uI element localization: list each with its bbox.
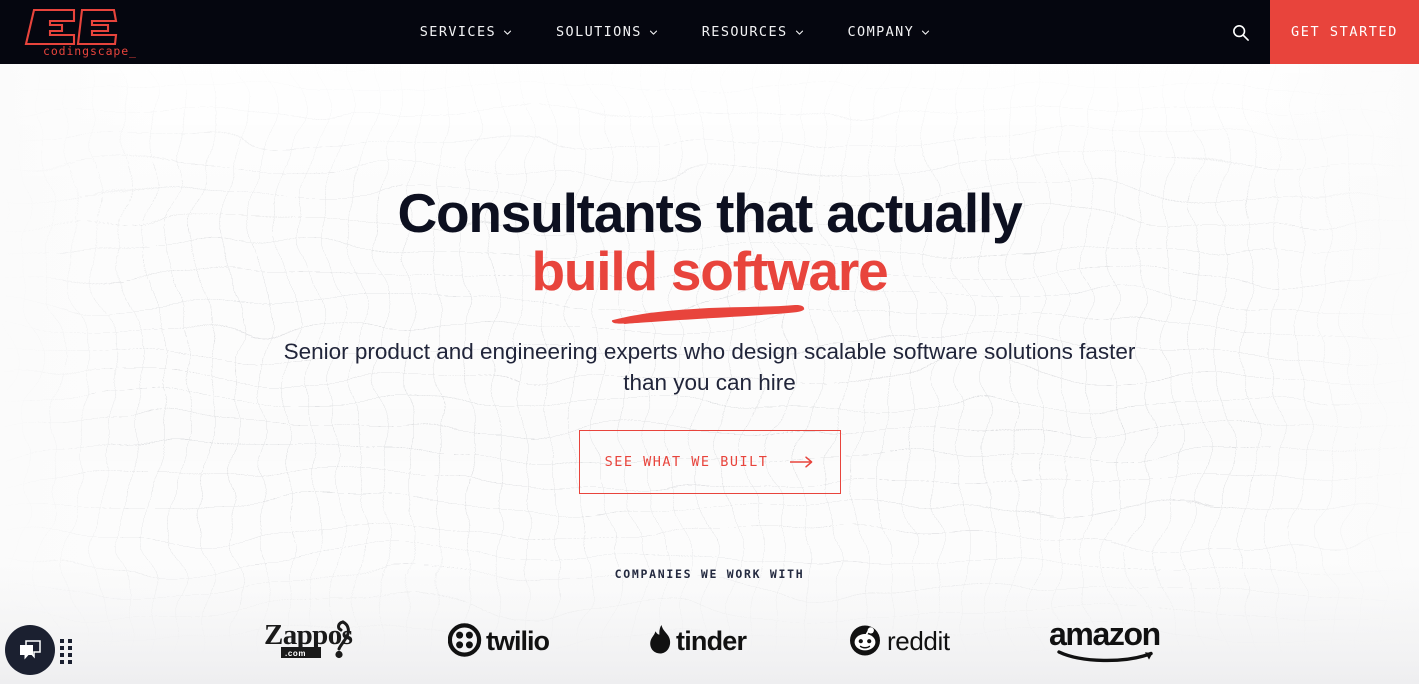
drag-dot [60, 653, 64, 657]
see-what-we-built-button[interactable]: SEE WHAT WE BUILT [578, 429, 841, 494]
chat-bubbles-icon [20, 640, 41, 660]
nav-label: SOLUTIONS [556, 24, 642, 40]
search-icon [1232, 24, 1249, 41]
drag-handle[interactable] [60, 639, 72, 664]
main-navigation: SERVICES SOLUTIONS RESOURCES COMPANY [140, 0, 1210, 64]
client-logo-zappos: Zappos .com [212, 609, 411, 671]
client-logo-amazon: amazon [1008, 609, 1207, 671]
drag-dot [60, 660, 64, 664]
cta-label: SEE WHAT WE BUILT [604, 453, 769, 470]
chevron-down-icon [795, 30, 803, 35]
svg-text:reddit: reddit [887, 626, 951, 656]
svg-text:tinder: tinder [676, 626, 747, 656]
chat-widget-button[interactable] [5, 625, 55, 675]
get-started-label: GET STARTED [1290, 24, 1398, 40]
brush-underline-icon [612, 304, 805, 324]
drag-dot [68, 646, 72, 650]
drag-dot [68, 653, 72, 657]
hero-content: Consultants that actually build software… [0, 184, 1419, 671]
cs-logo-icon: codingscape_ [22, 3, 136, 61]
client-logo-tinder: tinder [610, 609, 809, 671]
twilio-logo: twilio [447, 622, 550, 657]
drag-dot [68, 639, 72, 643]
zappos-logo: Zappos .com [264, 619, 353, 658]
chevron-down-icon [503, 30, 512, 35]
nav-label: COMPANY [847, 24, 915, 40]
site-header: codingscape_ SERVICES SOLUTIONS RESOURCE… [0, 0, 1419, 64]
nav-label: SERVICES [419, 24, 497, 40]
drag-dot [60, 646, 64, 650]
nav-item-company[interactable]: COMPANY [848, 24, 931, 40]
headline-line-1: Consultants that actually [397, 182, 1023, 244]
hero-section: Consultants that actually build software… [0, 64, 1419, 684]
nav-item-services[interactable]: SERVICES [420, 24, 512, 40]
get-started-button[interactable]: GET STARTED [1270, 0, 1419, 64]
header-actions: GET STARTED [1210, 0, 1419, 64]
reddit-logo: reddit [849, 625, 951, 656]
client-logo-reddit: reddit [809, 609, 1008, 671]
client-logo-twilio: twilio [411, 609, 610, 671]
nav-label: RESOURCES [701, 24, 788, 40]
hero-cta-wrap: SEE WHAT WE BUILT [0, 429, 1419, 494]
headline-line-2-wrap: build software [531, 240, 889, 324]
svg-text:amazon: amazon [1049, 617, 1160, 652]
svg-text:twilio: twilio [486, 626, 549, 656]
client-logos-row: Zappos .com twilio tinder reddit amazon [0, 609, 1419, 671]
headline-line-2: build software [531, 240, 888, 303]
clients-label: COMPANIES WE WORK WITH [614, 566, 805, 581]
page-title: Consultants that actually build software [0, 182, 1419, 324]
nav-item-solutions[interactable]: SOLUTIONS [556, 24, 658, 40]
drag-dot [60, 639, 64, 643]
svg-text:.com: .com [285, 649, 306, 658]
tinder-logo: tinder [649, 624, 748, 656]
chevron-down-icon [922, 30, 930, 35]
search-button[interactable] [1210, 0, 1270, 64]
brand-wordmark: codingscape_ [43, 44, 137, 58]
hero-subtitle: Senior product and engineering experts w… [283, 338, 1136, 395]
brand-logo-link[interactable]: codingscape_ [0, 0, 140, 64]
drag-dot [68, 660, 72, 664]
arrow-right-icon [790, 456, 813, 468]
nav-item-resources[interactable]: RESOURCES [702, 24, 804, 40]
chevron-down-icon [649, 30, 657, 35]
amazon-logo: amazon [1049, 617, 1161, 662]
